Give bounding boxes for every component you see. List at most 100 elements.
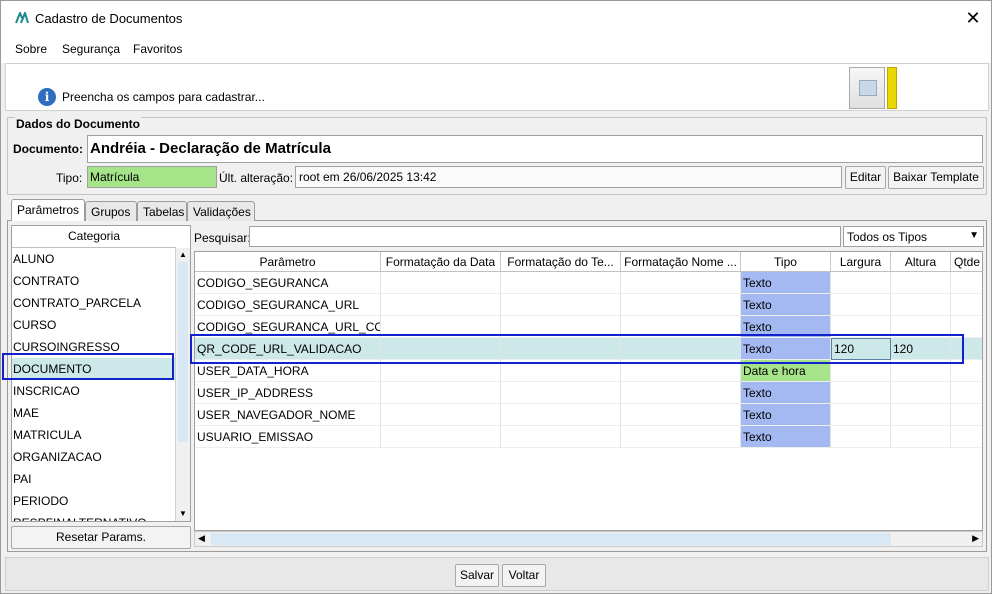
menu-favoritos[interactable]: Favoritos [133, 42, 182, 56]
scroll-left-icon[interactable]: ◀ [198, 533, 205, 544]
tipo-cell[interactable]: Texto [741, 382, 831, 404]
text-format-cell[interactable] [501, 272, 621, 294]
list-item[interactable]: MAE [12, 402, 176, 424]
date-format-cell[interactable] [381, 404, 501, 426]
column-header[interactable]: Qtde [951, 252, 982, 272]
list-item[interactable]: CONTRATO [12, 270, 176, 292]
tipo-field[interactable]: Matrícula [87, 166, 217, 188]
altura-cell[interactable] [891, 294, 951, 316]
param-cell[interactable]: CODIGO_SEGURANCA_URL [195, 294, 381, 316]
largura-cell[interactable] [831, 272, 891, 294]
param-cell[interactable]: USER_NAVEGADOR_NOME [195, 404, 381, 426]
qtde-cell[interactable] [951, 404, 982, 426]
list-item[interactable]: INSCRICAO [12, 380, 176, 402]
column-header[interactable]: Tipo [741, 252, 831, 272]
largura-cell[interactable] [831, 294, 891, 316]
param-cell[interactable]: CODIGO_SEGURANCA [195, 272, 381, 294]
date-format-cell[interactable] [381, 426, 501, 448]
tipo-cell[interactable]: Texto [741, 294, 831, 316]
list-item[interactable]: ORGANIZACAO [12, 446, 176, 468]
tab-tabelas[interactable]: Tabelas [137, 201, 187, 221]
list-item[interactable]: CONTRATO_PARCELA [12, 292, 176, 314]
image-thumbnail-icon[interactable] [849, 67, 885, 109]
close-icon[interactable]: ✕ [961, 6, 985, 30]
baixar-template-button[interactable]: Baixar Template [888, 166, 984, 189]
altura-cell[interactable] [891, 382, 951, 404]
scroll-thumb[interactable] [178, 262, 188, 442]
table-row[interactable]: USER_IP_ADDRESS Texto [195, 382, 982, 404]
scroll-thumb[interactable] [211, 533, 891, 545]
grid-hscrollbar[interactable]: ◀ ▶ [194, 531, 983, 547]
largura-cell[interactable] [831, 404, 891, 426]
date-format-cell[interactable] [381, 382, 501, 404]
column-header[interactable]: Altura [891, 252, 951, 272]
ult-alteracao-field: root em 26/06/2025 13:42 [295, 166, 842, 188]
column-header[interactable]: Formatação da Data [381, 252, 501, 272]
editar-button[interactable]: Editar [845, 166, 886, 189]
param-cell[interactable]: USUARIO_EMISSAO [195, 426, 381, 448]
column-header[interactable]: Formatação Nome ... [621, 252, 741, 272]
column-header[interactable]: Largura [831, 252, 891, 272]
date-format-cell[interactable] [381, 294, 501, 316]
menu-bar: Sobre Segurança Favoritos [1, 35, 991, 63]
tipo-cell[interactable]: Texto [741, 426, 831, 448]
altura-cell[interactable] [891, 426, 951, 448]
tipo-filter-select[interactable]: Todos os Tipos ▼ [843, 226, 984, 247]
date-format-cell[interactable] [381, 272, 501, 294]
text-format-cell[interactable] [501, 294, 621, 316]
tipo-cell[interactable]: Texto [741, 272, 831, 294]
scroll-up-icon[interactable]: ▲ [178, 250, 188, 260]
tab-grupos[interactable]: Grupos [85, 201, 137, 221]
param-cell[interactable]: USER_IP_ADDRESS [195, 382, 381, 404]
list-item[interactable]: RESPFINALTERNATIVO [12, 512, 176, 521]
list-item[interactable]: PAI [12, 468, 176, 490]
name-format-cell[interactable] [621, 294, 741, 316]
table-row[interactable]: USER_NAVEGADOR_NOME Texto [195, 404, 982, 426]
salvar-button[interactable]: Salvar [455, 564, 499, 587]
table-row[interactable]: CODIGO_SEGURANCA Texto [195, 272, 982, 294]
table-row[interactable]: CODIGO_SEGURANCA_URL Texto [195, 294, 982, 316]
scroll-down-icon[interactable]: ▼ [178, 509, 188, 519]
categoria-scrollbar[interactable]: ▲ ▼ [175, 248, 190, 521]
tab-parametros[interactable]: Parâmetros [11, 199, 85, 221]
yellow-marker [887, 67, 897, 109]
column-header[interactable]: Formatação do Te... [501, 252, 621, 272]
qtde-cell[interactable] [951, 426, 982, 448]
list-item[interactable]: MATRICULA [12, 424, 176, 446]
info-banner: i Preencha os campos para cadastrar... [5, 63, 989, 111]
qtde-cell[interactable] [951, 382, 982, 404]
name-format-cell[interactable] [621, 426, 741, 448]
text-format-cell[interactable] [501, 426, 621, 448]
app-window: Cadastro de Documentos ✕ Sobre Segurança… [0, 0, 992, 594]
largura-cell[interactable] [831, 382, 891, 404]
info-icon: i [38, 88, 56, 106]
documento-highlight-box [2, 353, 174, 380]
search-input[interactable] [249, 226, 841, 247]
name-format-cell[interactable] [621, 404, 741, 426]
resetar-params-button[interactable]: Resetar Params. [11, 526, 191, 549]
name-format-cell[interactable] [621, 382, 741, 404]
menu-sobre[interactable]: Sobre [15, 42, 47, 56]
text-format-cell[interactable] [501, 404, 621, 426]
altura-cell[interactable] [891, 272, 951, 294]
list-item[interactable]: CURSO [12, 314, 176, 336]
text-format-cell[interactable] [501, 382, 621, 404]
largura-cell[interactable] [831, 426, 891, 448]
list-item[interactable]: PERIODO [12, 490, 176, 512]
qtde-cell[interactable] [951, 272, 982, 294]
info-message: Preencha os campos para cadastrar... [62, 90, 265, 104]
column-header[interactable]: Parâmetro [195, 252, 381, 272]
list-item[interactable]: ALUNO [12, 248, 176, 270]
voltar-button[interactable]: Voltar [502, 564, 546, 587]
categoria-header[interactable]: Categoria [12, 226, 176, 248]
qtde-cell[interactable] [951, 294, 982, 316]
documento-field[interactable]: Andréia - Declaração de Matrícula [87, 135, 983, 163]
altura-cell[interactable] [891, 404, 951, 426]
tipo-cell[interactable]: Texto [741, 404, 831, 426]
table-row[interactable]: USUARIO_EMISSAO Texto [195, 426, 982, 448]
scroll-right-icon[interactable]: ▶ [972, 533, 979, 544]
menu-seguranca[interactable]: Segurança [62, 42, 120, 56]
name-format-cell[interactable] [621, 272, 741, 294]
tab-validacoes[interactable]: Validações [187, 201, 255, 221]
parametros-grid[interactable]: Parâmetro Formatação da Data Formatação … [194, 251, 983, 531]
